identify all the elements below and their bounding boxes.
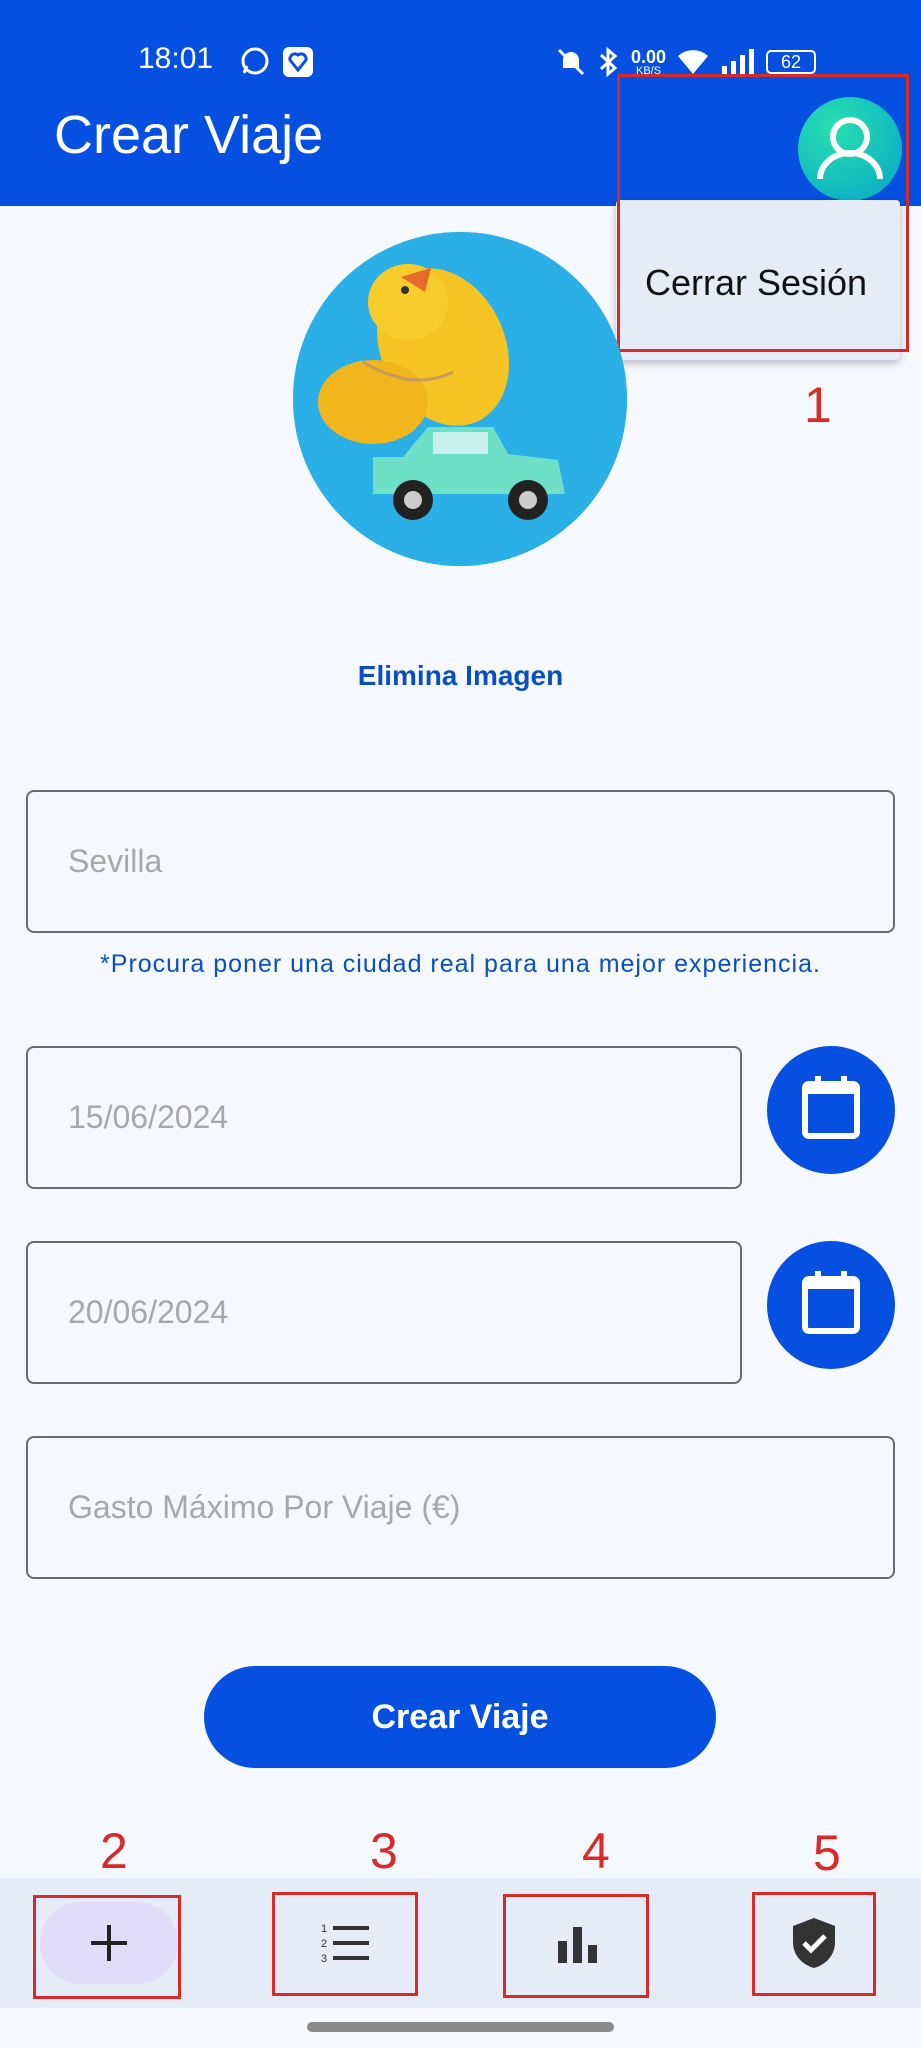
annotation-label-1: 1 <box>804 377 832 433</box>
annotation-box-2 <box>33 1895 181 1999</box>
end-date-input[interactable] <box>28 1243 740 1382</box>
annotation-label-3: 3 <box>370 1823 398 1879</box>
city-input[interactable] <box>28 792 893 931</box>
annotation-box-1 <box>617 74 909 352</box>
end-date-field[interactable] <box>26 1241 742 1384</box>
end-date-calendar-button[interactable] <box>767 1241 895 1369</box>
duck-car-illustration <box>293 232 627 566</box>
status-time: 18:01 <box>138 42 214 75</box>
net-speed: 0.00 KB/S <box>631 46 667 77</box>
annotation-box-4 <box>503 1894 649 1998</box>
annotation-box-5 <box>752 1892 876 1996</box>
battery-icon: 62 <box>766 50 817 74</box>
mute-bell-icon <box>557 48 585 76</box>
notification-app-icon <box>283 47 313 77</box>
start-date-calendar-button[interactable] <box>767 1046 895 1174</box>
remove-image-link[interactable]: Elimina Imagen <box>0 660 921 692</box>
city-field[interactable] <box>26 790 895 933</box>
annotation-box-3 <box>272 1892 418 1996</box>
page-title: Crear Viaje <box>54 105 324 165</box>
battery-level: 62 <box>781 51 802 72</box>
signal-icon <box>722 49 755 74</box>
trip-image[interactable] <box>293 232 627 566</box>
annotation-label-2: 2 <box>100 1823 128 1879</box>
create-trip-button[interactable]: Crear Viaje <box>204 1666 716 1768</box>
start-date-field[interactable] <box>26 1046 742 1189</box>
home-indicator[interactable] <box>307 2022 614 2032</box>
start-date-input[interactable] <box>28 1048 740 1187</box>
whatsapp-icon <box>241 47 269 75</box>
budget-input[interactable] <box>28 1438 893 1577</box>
calendar-icon <box>802 1076 860 1139</box>
wifi-icon <box>678 50 709 74</box>
calendar-icon <box>802 1271 860 1334</box>
annotation-label-4: 4 <box>582 1823 610 1879</box>
city-hint: *Procura poner una ciudad real para una … <box>100 950 821 978</box>
budget-field[interactable] <box>26 1436 895 1579</box>
annotation-label-5: 5 <box>813 1825 841 1881</box>
